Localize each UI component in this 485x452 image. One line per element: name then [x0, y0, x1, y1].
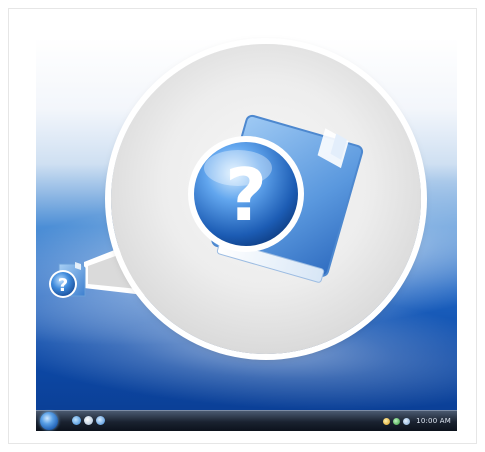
volume-icon[interactable] — [403, 417, 411, 425]
security-icon[interactable] — [393, 417, 401, 425]
svg-text:?: ? — [58, 275, 68, 296]
windows-start-orb-icon[interactable] — [40, 412, 58, 430]
clock[interactable]: 10:00 AM — [416, 417, 451, 425]
ie-icon[interactable] — [72, 416, 81, 425]
network-icon[interactable] — [383, 417, 391, 425]
switch-windows-icon[interactable] — [96, 416, 105, 425]
help-folder-icon[interactable]: ? — [45, 258, 91, 304]
svg-text:?: ? — [225, 153, 267, 237]
system-tray: 10:00 AM — [383, 414, 451, 428]
taskbar: 10:00 AM — [36, 410, 457, 431]
show-desktop-icon[interactable] — [84, 416, 93, 425]
help-folder-icon-magnified: ? — [188, 114, 364, 283]
